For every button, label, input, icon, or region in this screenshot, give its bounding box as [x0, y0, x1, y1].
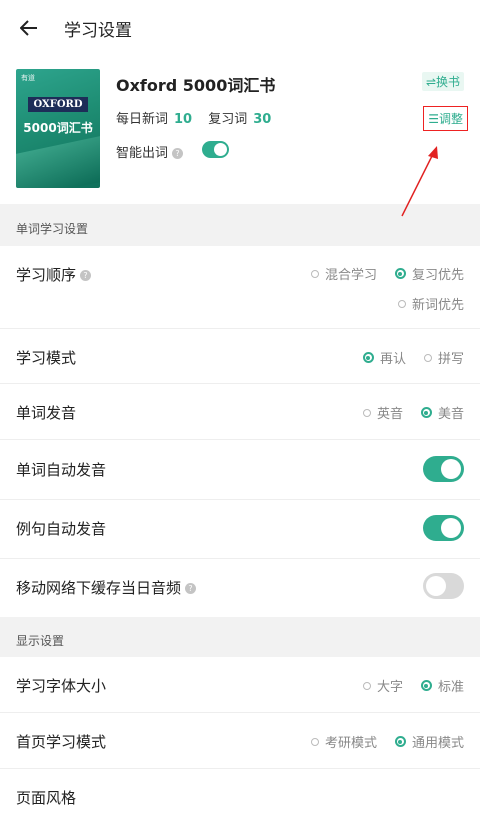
- option-large-font[interactable]: 大字: [362, 676, 403, 695]
- radio-icon: [362, 681, 371, 690]
- radio-icon: [397, 299, 406, 308]
- adjust-button[interactable]: ☰调整: [423, 106, 468, 131]
- app-header: 学习设置: [0, 0, 480, 56]
- radio-icon: [310, 269, 319, 278]
- smart-row: 智能出词?: [116, 142, 184, 161]
- font-label: 学习字体大小: [16, 677, 107, 695]
- book-card: 有道 OXFORD 5000词汇书 Oxford 5000词汇书 每日新词 10 …: [0, 56, 480, 204]
- toggle-knob: [441, 518, 461, 538]
- auto-sentence-label: 例句自动发音: [16, 520, 107, 538]
- style-label: 页面风格: [16, 789, 77, 807]
- daily-new-value: 10: [174, 112, 193, 127]
- radio-icon: [310, 737, 319, 746]
- switch-book-button[interactable]: ⇌换书: [421, 72, 464, 91]
- option-uk[interactable]: 英音: [362, 403, 403, 422]
- option-standard-font[interactable]: 标准: [420, 676, 464, 695]
- option-mixed[interactable]: 混合学习: [310, 264, 377, 283]
- daily-new-label: 每日新词: [116, 112, 169, 127]
- radio-selected-icon: [394, 268, 406, 279]
- smart-label: 智能出词: [116, 146, 169, 161]
- order-options-2: 新词优先: [397, 294, 464, 313]
- cover-brand: 有道: [21, 74, 35, 82]
- radio-icon: [423, 353, 432, 362]
- help-icon[interactable]: ?: [172, 148, 184, 159]
- setting-row-style[interactable]: 页面风格: [0, 769, 480, 825]
- help-icon[interactable]: ?: [185, 583, 197, 594]
- cache-label: 移动网络下缓存当日音频?: [16, 577, 197, 598]
- cover-oxford-badge: OXFORD: [28, 97, 88, 112]
- cover-title: 5000词汇书: [23, 121, 93, 135]
- mode-label: 学习模式: [16, 349, 77, 367]
- setting-row-order: 学习顺序? 混合学习 复习优先 新词优先: [0, 246, 480, 329]
- radio-icon: [362, 408, 371, 417]
- review-value: 30: [253, 112, 272, 127]
- daily-count-row: 每日新词 10 复习词 30: [116, 108, 271, 127]
- pron-label: 单词发音: [16, 404, 77, 422]
- help-icon[interactable]: ?: [80, 270, 92, 281]
- option-review-first[interactable]: 复习优先: [394, 264, 464, 283]
- mode-options: 再认 拼写: [362, 348, 464, 367]
- setting-row-pron: 单词发音 英音 美音: [0, 384, 480, 440]
- setting-row-cache: 移动网络下缓存当日音频?: [0, 559, 480, 617]
- toggle-knob: [441, 459, 461, 479]
- cover-decoration: [16, 133, 100, 188]
- arrow-left-icon: [20, 20, 37, 36]
- book-cover[interactable]: 有道 OXFORD 5000词汇书: [16, 69, 100, 188]
- cache-toggle[interactable]: [423, 573, 464, 599]
- section-display-settings: 显示设置: [0, 617, 480, 657]
- radio-selected-icon: [394, 736, 406, 747]
- auto-word-label: 单词自动发音: [16, 461, 107, 479]
- option-new-first[interactable]: 新词优先: [397, 294, 464, 313]
- back-button[interactable]: [14, 13, 44, 43]
- book-title: Oxford 5000词汇书: [116, 76, 276, 95]
- option-exam-mode[interactable]: 考研模式: [310, 732, 377, 751]
- book-title-wrap: Oxford 5000词汇书: [116, 72, 275, 96]
- home-mode-options: 考研模式 通用模式: [310, 732, 464, 751]
- order-options: 混合学习 复习优先: [310, 264, 464, 283]
- toggle-knob: [214, 143, 227, 156]
- option-spell[interactable]: 拼写: [423, 348, 464, 367]
- pron-options: 英音 美音: [362, 403, 464, 422]
- radio-selected-icon: [420, 680, 432, 691]
- setting-row-mode: 学习模式 再认 拼写: [0, 329, 480, 384]
- page-title: 学习设置: [64, 20, 132, 41]
- setting-row-font: 学习字体大小 大字 标准: [0, 657, 480, 713]
- option-general-mode[interactable]: 通用模式: [394, 732, 464, 751]
- smart-toggle[interactable]: [202, 141, 229, 158]
- order-label: 学习顺序?: [16, 264, 92, 285]
- setting-row-auto-word: 单词自动发音: [0, 440, 480, 500]
- option-us[interactable]: 美音: [420, 403, 464, 422]
- section-word-settings: 单词学习设置: [0, 204, 480, 246]
- toggle-knob: [426, 576, 446, 596]
- font-options: 大字 标准: [362, 676, 464, 695]
- auto-word-toggle[interactable]: [423, 456, 464, 482]
- radio-selected-icon: [420, 407, 432, 418]
- auto-sentence-toggle[interactable]: [423, 515, 464, 541]
- radio-selected-icon: [362, 352, 374, 363]
- setting-row-home-mode: 首页学习模式 考研模式 通用模式: [0, 713, 480, 769]
- option-recognize[interactable]: 再认: [362, 348, 406, 367]
- home-mode-label: 首页学习模式: [16, 733, 107, 751]
- review-label: 复习词: [208, 112, 248, 127]
- setting-row-auto-sentence: 例句自动发音: [0, 500, 480, 559]
